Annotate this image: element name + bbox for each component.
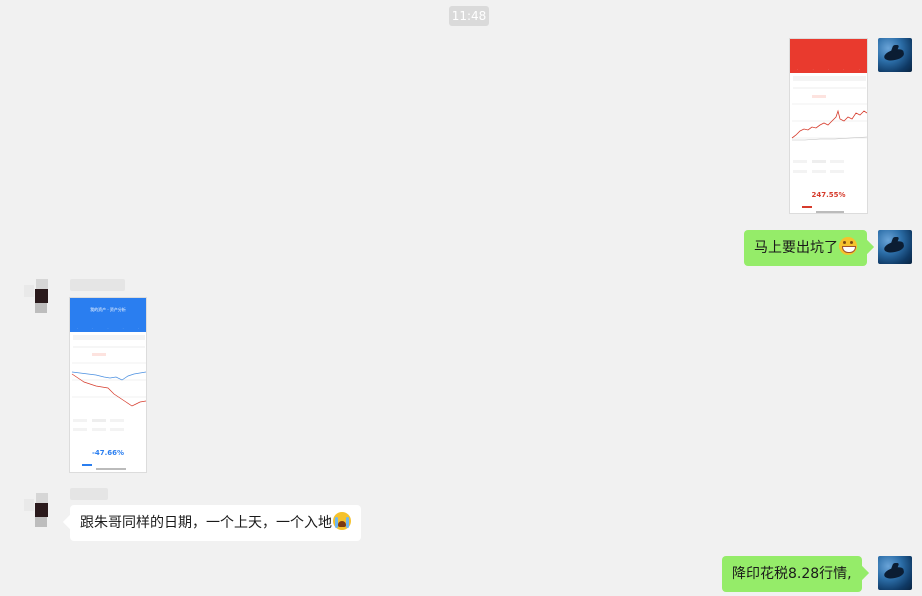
contact-avatar[interactable] <box>24 493 58 527</box>
message-text: 跟朱哥同样的日期，一个上天，一个入地 <box>80 515 332 531</box>
message-bubble-me[interactable]: 马上要出坑了 <box>744 230 867 266</box>
message-bubble-me[interactable]: 降印花税8.28行情, <box>722 556 862 592</box>
image-message-blue-screenshot[interactable]: 我的资产 · 资产分析 · · · · · -47.66% <box>69 297 147 473</box>
crying-emoji-icon <box>333 512 351 530</box>
my-avatar[interactable] <box>878 38 912 72</box>
message-bubble-other[interactable]: 跟朱哥同样的日期，一个上天，一个入地 <box>70 505 361 541</box>
my-avatar[interactable] <box>878 556 912 590</box>
contact-avatar[interactable] <box>24 279 58 313</box>
contact-name-blurred <box>70 279 125 291</box>
message-text: 马上要出坑了 <box>754 240 838 256</box>
image-message-red-screenshot[interactable]: · · · · · 247.55% <box>789 38 868 214</box>
grin-emoji-icon <box>839 237 857 255</box>
message-text: 降印花税8.28行情, <box>732 566 852 582</box>
return-percentage: -47.66% <box>91 449 125 457</box>
red-screenshot-chart <box>791 76 867 213</box>
blue-screenshot-chart <box>71 335 146 470</box>
return-percentage: 247.55% <box>811 191 846 199</box>
timestamp: 11:48 <box>449 6 489 26</box>
my-avatar[interactable] <box>878 230 912 264</box>
contact-name-blurred <box>70 488 108 500</box>
